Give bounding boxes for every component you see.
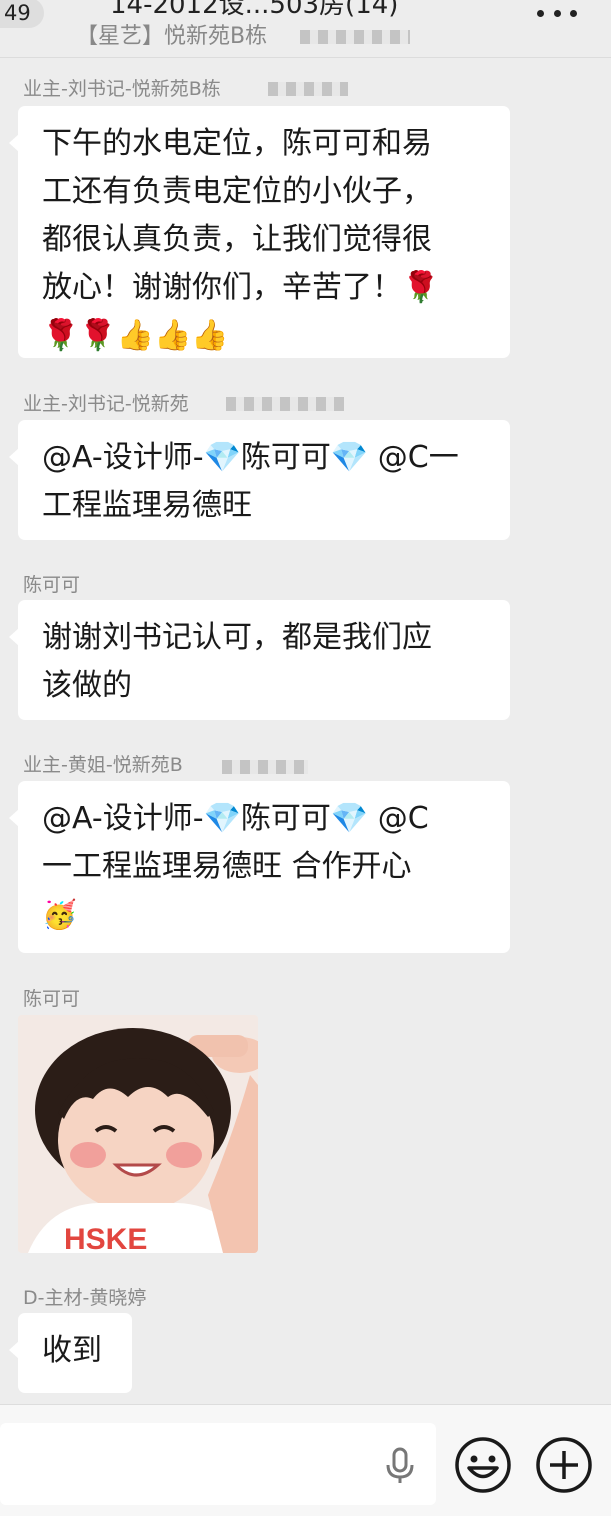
message-sender: 业主-刘书记-悦新苑B栋 (23, 78, 221, 100)
back-unread-count[interactable]: 49 (0, 0, 44, 28)
message-text-line: 谢谢刘书记认可，都是我们应 (42, 620, 432, 655)
privacy-blur (226, 397, 344, 411)
message-sender: 业主-刘书记-悦新苑 (23, 393, 189, 415)
message-text-line: 下午的水电定位，陈可可和易 (42, 126, 432, 161)
chat-input-bar (0, 1404, 611, 1516)
privacy-blur (268, 82, 348, 96)
message-input[interactable] (0, 1423, 436, 1505)
chat-header: 49 14-2012设...503房(14) 【星艺】悦新苑B栋 (0, 0, 611, 58)
message-bubble[interactable]: 收到 (9, 1313, 132, 1393)
message-sender: 陈可可 (23, 988, 81, 1010)
message-bubble[interactable]: 谢谢刘书记认可，都是我们应 该做的 (9, 600, 510, 720)
message-bubble[interactable]: 下午的水电定位，陈可可和易 工还有负责电定位的小伙子， 都很认真负责，让我们觉得… (9, 106, 510, 358)
smiling-child-sticker[interactable]: HSKE (18, 1015, 258, 1253)
message-text-line: 放心！谢谢你们，辛苦了！🌹 (42, 270, 440, 305)
party-face-emoji: 🥳 (42, 898, 77, 931)
message-text-line: 工程监理易德旺 (42, 488, 252, 523)
message-sender: 业主-黄姐-悦新苑B (23, 754, 183, 776)
message-text-line: 工还有负责电定位的小伙子， (42, 174, 432, 209)
more-dots-icon[interactable] (537, 6, 577, 20)
privacy-blur (300, 30, 410, 44)
message-sender: 陈可可 (23, 574, 81, 596)
message-bubble[interactable]: @A-设计师-💎陈可可💎 @C一 工程监理易德旺 (9, 420, 510, 540)
privacy-blur (222, 760, 308, 774)
message-text-line: 🌹🌹👍👍👍 (42, 318, 229, 353)
message-text-line: 收到 (42, 1333, 102, 1368)
smiley-icon[interactable] (453, 1435, 513, 1495)
message-text-line: 该做的 (42, 668, 132, 703)
message-text-line: 一工程监理易德旺 合作开心 (42, 849, 412, 884)
message-text-line: @A-设计师-💎陈可可💎 @C (42, 801, 429, 836)
message-sender: D-主材-黄晓婷 (23, 1287, 147, 1309)
sticker-image: HSKE (18, 1015, 258, 1253)
message-text-line: 都很认真负责，让我们觉得很 (42, 222, 432, 257)
microphone-icon[interactable] (380, 1445, 420, 1485)
message-text-line: @A-设计师-💎陈可可💎 @C一 (42, 440, 459, 475)
svg-text:HSKE: HSKE (64, 1223, 147, 1253)
plus-circle-icon[interactable] (534, 1435, 594, 1495)
message-bubble[interactable]: @A-设计师-💎陈可可💎 @C 一工程监理易德旺 合作开心 🥳 (9, 781, 510, 953)
